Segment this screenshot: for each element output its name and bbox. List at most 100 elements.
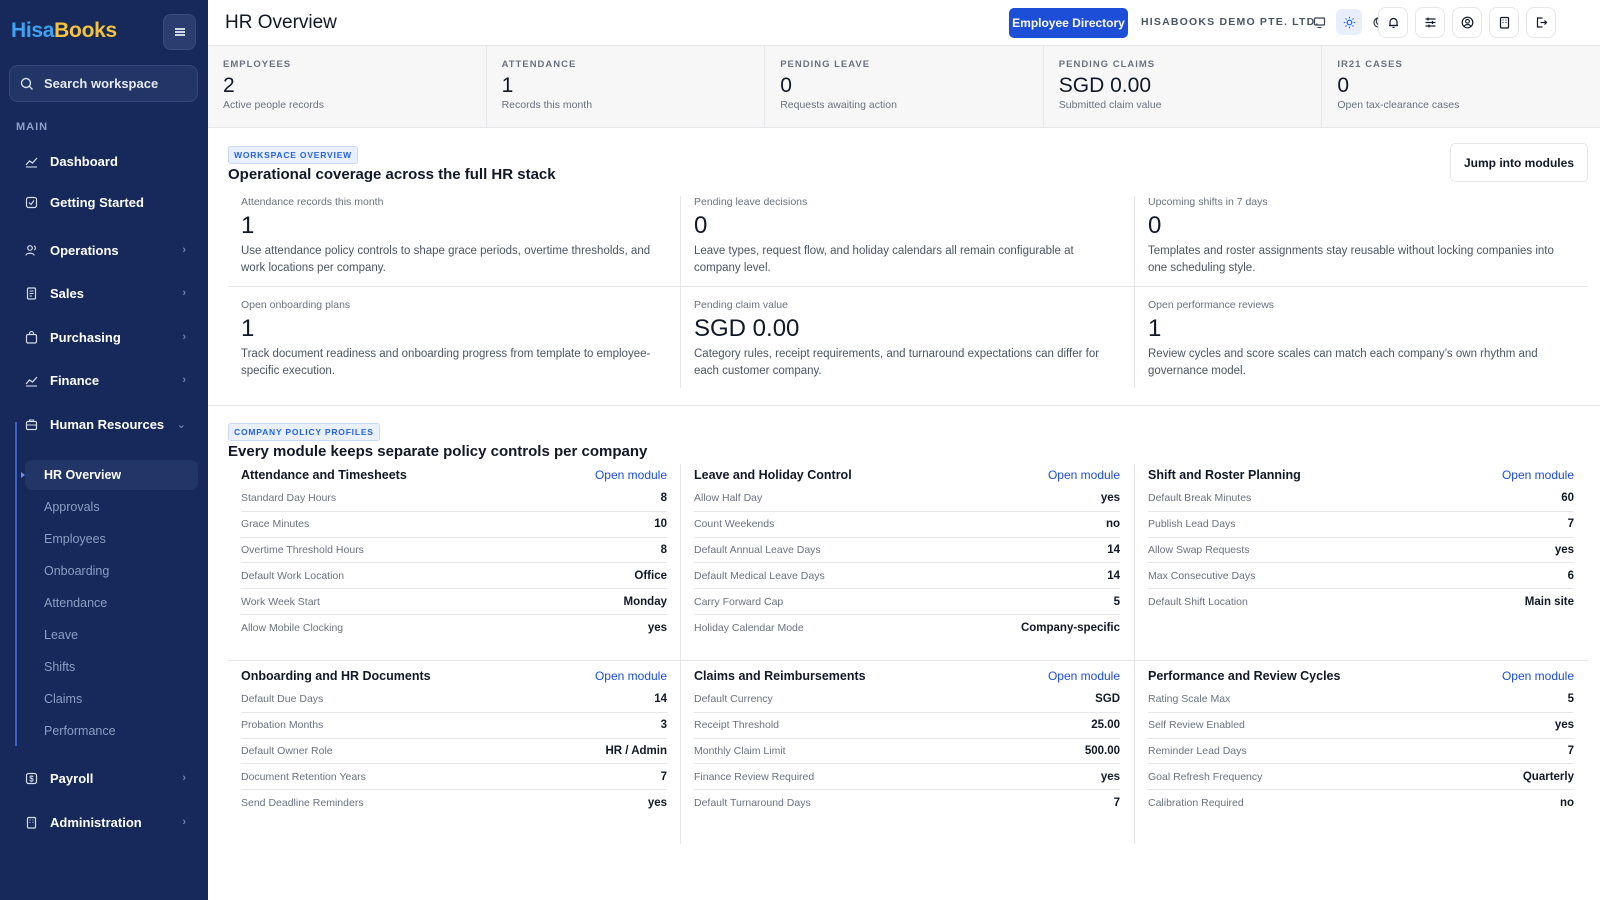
stat-value: 1 — [501, 74, 514, 97]
sliders-icon — [1425, 17, 1435, 28]
open-module-link[interactable]: Open module — [1048, 468, 1120, 482]
sidebar-item-dashboard[interactable]: Dashboard — [16, 143, 198, 179]
policy-row: Default Work Location Office — [241, 563, 667, 590]
sidebar-item-administration[interactable]: Administration › — [16, 804, 198, 840]
logout-button[interactable] — [1526, 7, 1556, 38]
chevron-right-icon: › — [182, 287, 186, 299]
metric-label: Open onboarding plans — [241, 299, 351, 311]
sidebar-subitem-shifts[interactable]: Shifts — [25, 652, 198, 682]
policy-card-claims: Claims and Reimbursements Open module Def… — [681, 665, 1133, 816]
policy-row: Default Due Days 14 — [241, 687, 667, 713]
top-bar: HR Overview Employee Directory HISABOOKS… — [208, 0, 1600, 46]
policy-row: Allow Mobile Clocking yes — [241, 621, 667, 634]
monitor-icon[interactable] — [1306, 9, 1332, 35]
metric-card: Open onboarding plans 1 Track document r… — [228, 293, 668, 392]
metric-value: 1 — [241, 315, 255, 342]
jump-into-modules-button[interactable]: Jump into modules — [1450, 143, 1588, 182]
sidebar-item-finance[interactable]: Finance › — [16, 362, 198, 398]
sun-icon[interactable] — [1336, 9, 1362, 35]
sidebar-item-label: Purchasing — [50, 329, 121, 345]
chevron-right-icon: › — [182, 816, 186, 828]
policy-row: Publish Lead Days 7 — [1148, 512, 1574, 538]
dollar-icon: $ — [24, 771, 38, 785]
company-switch-button[interactable] — [1489, 7, 1519, 38]
policy-row: Allow Half Day yes — [694, 486, 1120, 512]
sidebar-item-sales[interactable]: Sales › — [16, 275, 198, 311]
sidebar-item-label: Dashboard — [50, 153, 118, 169]
open-module-link[interactable]: Open module — [595, 468, 667, 482]
metric-label: Attendance records this month — [241, 196, 384, 208]
sidebar-subitem-performance[interactable]: Performance — [25, 716, 198, 746]
page-title: HR Overview — [225, 12, 337, 33]
chart-icon — [24, 154, 38, 168]
app-logo[interactable]: HisaBooks — [11, 19, 117, 43]
policy-row: Self Review Enabled yes — [1148, 713, 1574, 739]
policy-card-title: Onboarding and HR Documents — [241, 669, 431, 683]
profile-button[interactable] — [1452, 7, 1482, 38]
sidebar-item-payroll[interactable]: $ Payroll › — [16, 760, 198, 796]
settings-button[interactable] — [1415, 7, 1445, 38]
sidebar-subitem-claims[interactable]: Claims — [25, 684, 198, 714]
search-input[interactable]: Search workspace — [9, 65, 198, 102]
chevron-right-icon: › — [182, 244, 186, 256]
open-module-link[interactable]: Open module — [1502, 669, 1574, 683]
sidebar-toggle-button[interactable] — [163, 14, 196, 50]
notifications-button[interactable] — [1378, 7, 1408, 38]
policy-card-onboarding: Onboarding and HR Documents Open module D… — [228, 665, 680, 816]
company-name[interactable]: HISABOOKS DEMO PTE. LTD. — [1141, 16, 1320, 28]
sidebar-subitem-leave[interactable]: Leave — [25, 620, 198, 650]
users-icon — [24, 243, 38, 257]
sidebar-subitem-approvals[interactable]: Approvals — [25, 492, 198, 522]
sidebar-item-operations[interactable]: Operations › — [16, 232, 198, 268]
divider — [1134, 196, 1135, 388]
sidebar-item-label: Administration — [50, 814, 142, 830]
sidebar-subitem-hr-overview[interactable]: HR Overview — [21, 460, 198, 490]
policy-row: Grace Minutes 10 — [241, 512, 667, 538]
policy-row: Default Annual Leave Days 14 — [694, 538, 1120, 564]
policy-row: Allow Swap Requests yes — [1148, 538, 1574, 564]
divider — [1134, 464, 1135, 844]
stat-subtext: Records this month — [501, 99, 593, 111]
nav-section-label: MAIN — [16, 121, 49, 133]
policy-card-shift: Shift and Roster Planning Open module Def… — [1135, 464, 1587, 615]
open-module-link[interactable]: Open module — [595, 669, 667, 683]
sidebar-item-purchasing[interactable]: Purchasing › — [16, 319, 198, 355]
policy-profiles-section: COMPANY POLICY PROFILES Every module kee… — [208, 406, 1600, 900]
policy-row: Default Break Minutes 60 — [1148, 486, 1574, 512]
bag-icon — [24, 330, 38, 344]
sidebar-item-label: Payroll — [50, 770, 94, 786]
metric-label: Upcoming shifts in 7 days — [1148, 196, 1268, 208]
sidebar: HisaBooks Search workspace MAIN Dashboar… — [0, 0, 208, 900]
receipt-icon — [24, 286, 38, 300]
stat-label: PENDING LEAVE — [780, 59, 871, 70]
sidebar-item-label: Finance — [50, 372, 100, 388]
stat-subtext: Active people records — [223, 99, 324, 111]
open-module-link[interactable]: Open module — [1502, 468, 1574, 482]
sidebar-subitem-onboarding[interactable]: Onboarding — [25, 556, 198, 586]
open-module-link[interactable]: Open module — [1048, 669, 1120, 683]
sidebar-item-human-resources[interactable]: Human Resources ⌄ — [16, 406, 198, 442]
policy-row: Calibration Required no — [1148, 797, 1574, 810]
stat-attendance: ATTENDANCE 1 Records this month — [487, 46, 766, 127]
sidebar-item-getting-started[interactable]: Getting Started — [16, 184, 198, 220]
policy-card-performance: Performance and Review Cycles Open module… — [1135, 665, 1587, 816]
sidebar-subitem-employees[interactable]: Employees — [25, 524, 198, 554]
employee-directory-button[interactable]: Employee Directory — [1009, 8, 1128, 38]
policy-card-title: Leave and Holiday Control — [694, 468, 852, 482]
divider — [228, 286, 1588, 287]
policy-row: Default Currency SGD — [694, 687, 1120, 713]
policy-row: Default Turnaround Days 7 — [694, 797, 1120, 810]
chevron-right-icon: › — [182, 374, 186, 386]
policy-row: Standard Day Hours 8 — [241, 486, 667, 512]
policy-row: Default Owner Role HR / Admin — [241, 739, 667, 765]
logout-icon — [1536, 17, 1547, 28]
search-icon — [20, 77, 33, 90]
sidebar-item-label: Sales — [50, 285, 84, 301]
stat-value: 0 — [780, 74, 792, 97]
sidebar-subitem-attendance[interactable]: Attendance — [25, 588, 198, 618]
stat-employees: EMPLOYEES 2 Active people records — [208, 46, 487, 127]
stat-subtext: Submitted claim value — [1058, 99, 1162, 111]
building-icon — [1499, 16, 1509, 29]
policy-row: Holiday Calendar Mode Company-specific — [694, 621, 1120, 634]
policy-row: Receipt Threshold 25.00 — [694, 713, 1120, 739]
